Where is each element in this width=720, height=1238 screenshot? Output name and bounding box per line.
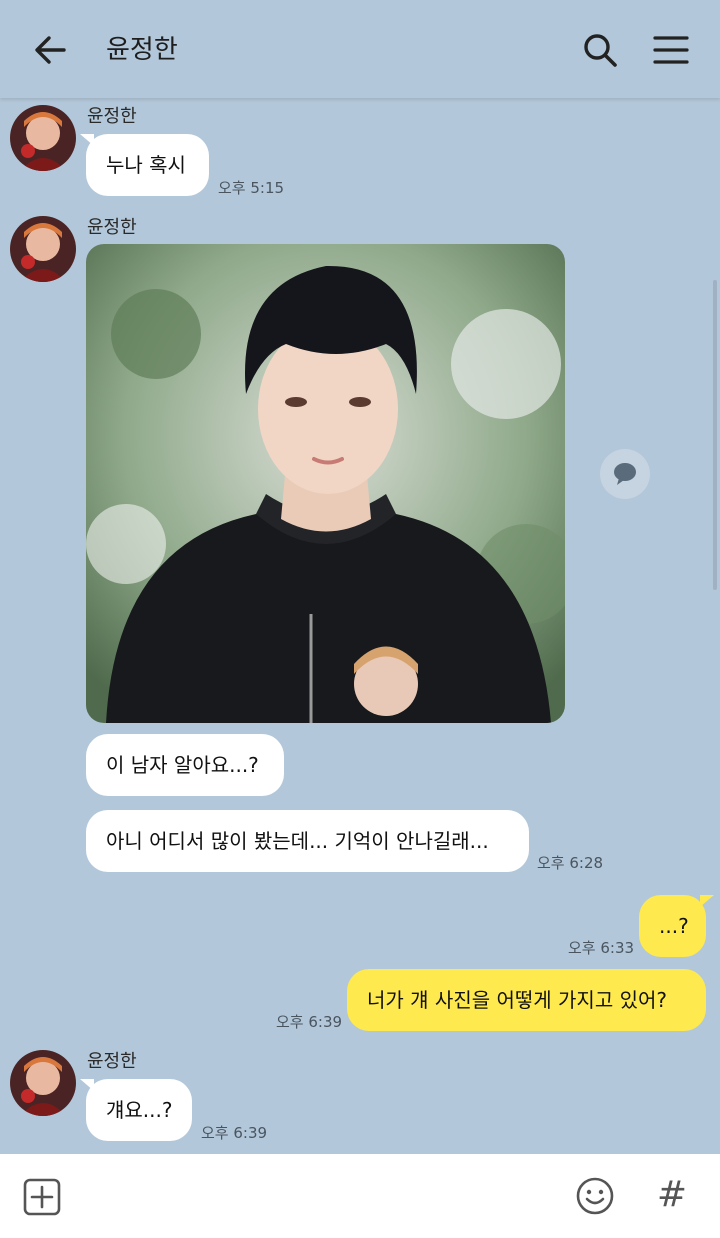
message-time: 오후 5:15 bbox=[218, 179, 285, 197]
scrollbar[interactable] bbox=[713, 280, 717, 590]
attach-button[interactable] bbox=[22, 1177, 62, 1217]
sender-name: 윤정한 bbox=[87, 217, 137, 238]
message-bubble[interactable]: 누나 혹시 bbox=[86, 134, 209, 196]
speech-bubble-icon bbox=[614, 463, 636, 485]
search-icon bbox=[584, 34, 617, 67]
message-bubble[interactable]: 너가 걔 사진을 어떻게 가지고 있어? bbox=[347, 969, 706, 1031]
sender-name: 윤정한 bbox=[87, 106, 137, 127]
avatar[interactable] bbox=[10, 1050, 76, 1116]
message-bubble[interactable]: ...? bbox=[639, 895, 706, 957]
search-button[interactable] bbox=[580, 30, 620, 70]
avatar[interactable] bbox=[10, 105, 76, 171]
avatar[interactable] bbox=[10, 216, 76, 282]
menu-button[interactable] bbox=[650, 30, 692, 70]
chat-title: 윤정한 bbox=[106, 35, 178, 65]
back-button[interactable] bbox=[30, 30, 70, 70]
plus-square-icon bbox=[23, 1178, 61, 1216]
profile-photo bbox=[10, 216, 76, 282]
chat-header: 윤정한 bbox=[0, 0, 720, 98]
hamburger-menu-icon bbox=[653, 36, 689, 64]
message-bubble[interactable]: 이 남자 알아요...? bbox=[86, 734, 284, 796]
message-bubble[interactable]: 걔요...? bbox=[86, 1079, 192, 1141]
message-time: 오후 6:39 bbox=[276, 1013, 343, 1031]
photo-message[interactable] bbox=[86, 244, 565, 723]
share-button[interactable] bbox=[600, 449, 650, 499]
arrow-left-icon bbox=[35, 36, 66, 64]
message-bubble[interactable]: 아니 어디서 많이 봤는데... 기억이 안나길래... bbox=[86, 810, 529, 872]
sender-name: 윤정한 bbox=[87, 1051, 137, 1072]
emoji-button[interactable] bbox=[575, 1176, 615, 1216]
message-time: 오후 6:28 bbox=[537, 854, 604, 872]
message-time: 오후 6:33 bbox=[568, 939, 635, 957]
profile-photo bbox=[10, 105, 76, 171]
smiley-icon bbox=[576, 1177, 614, 1215]
input-bar: # bbox=[0, 1154, 720, 1238]
message-time: 오후 6:39 bbox=[201, 1124, 268, 1142]
profile-photo bbox=[10, 1050, 76, 1116]
hashtag-search-button[interactable]: # bbox=[652, 1170, 692, 1220]
photo-image bbox=[86, 244, 565, 723]
bubble-tail bbox=[700, 895, 714, 907]
